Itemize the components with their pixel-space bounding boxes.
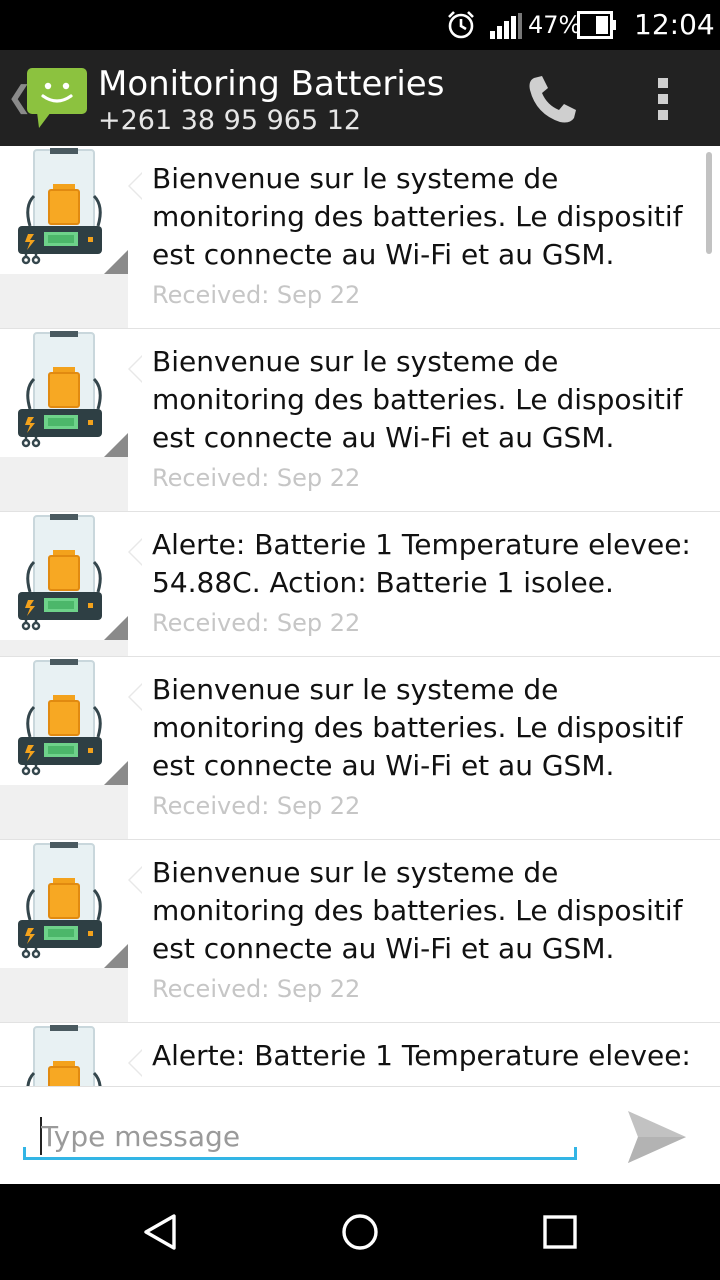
message-list[interactable]: Bienvenue sur le systeme de monitoring d… [0, 146, 720, 1086]
recents-icon[interactable] [542, 1214, 578, 1250]
alarm-icon [448, 11, 474, 39]
battery-percent: 47% [528, 11, 582, 39]
message-timestamp: Received: Sep 22 [152, 792, 361, 820]
message-item[interactable]: Alerte: Batterie 1 Temperature elevee: 5… [0, 512, 720, 657]
call-icon[interactable] [522, 72, 582, 128]
scrollbar[interactable] [706, 152, 712, 254]
message-item[interactable]: Bienvenue sur le systeme de monitoring d… [0, 840, 720, 1023]
message-input[interactable] [41, 1113, 571, 1159]
signal-icon [490, 13, 522, 39]
message-text: Alerte: Batterie 1 Temperature elevee: [152, 1039, 691, 1072]
navigation-bar [0, 1184, 720, 1280]
message-text: Alerte: Batterie 1 Temperature elevee: 5… [152, 528, 691, 599]
message-text: Bienvenue sur le systeme de monitoring d… [152, 162, 683, 271]
message-item[interactable]: Bienvenue sur le systeme de monitoring d… [0, 657, 720, 840]
message-input-wrapper[interactable] [23, 1113, 577, 1165]
contact-avatar[interactable] [0, 840, 128, 968]
compose-bar [0, 1086, 720, 1184]
message-item[interactable]: Alerte: Batterie 1 Temperature elevee: [0, 1023, 720, 1086]
message-timestamp: Received: Sep 22 [152, 281, 361, 309]
contact-avatar[interactable] [0, 1023, 128, 1086]
send-icon[interactable] [624, 1107, 688, 1167]
message-text: Bienvenue sur le systeme de monitoring d… [152, 673, 683, 782]
message-timestamp: Received: Sep 22 [152, 464, 361, 492]
conversation-title: Monitoring Batteries [98, 64, 445, 104]
back-icon[interactable] [140, 1212, 180, 1252]
contact-avatar[interactable] [0, 329, 128, 457]
message-timestamp: Received: Sep 22 [152, 609, 361, 637]
battery-icon [577, 11, 616, 39]
message-item[interactable]: Bienvenue sur le systeme de monitoring d… [0, 146, 720, 329]
contact-avatar[interactable] [0, 512, 128, 640]
app-icon[interactable] [27, 68, 87, 130]
contact-avatar[interactable] [0, 146, 128, 274]
status-bar: 47% 12:04 [0, 0, 720, 50]
phone-number: +261 38 95 965 12 [98, 105, 362, 136]
message-text: Bienvenue sur le systeme de monitoring d… [152, 345, 683, 454]
home-icon[interactable] [340, 1212, 380, 1252]
input-underline [23, 1157, 577, 1160]
message-timestamp: Received: Sep 22 [152, 975, 361, 1003]
message-item[interactable]: Bienvenue sur le systeme de monitoring d… [0, 329, 720, 512]
clock: 12:04 [634, 8, 715, 41]
action-bar: ❮ Monitoring Batteries +261 38 95 965 12 [0, 50, 720, 146]
message-text: Bienvenue sur le systeme de monitoring d… [152, 856, 683, 965]
overflow-menu-icon[interactable] [648, 74, 678, 124]
contact-avatar[interactable] [0, 657, 128, 785]
